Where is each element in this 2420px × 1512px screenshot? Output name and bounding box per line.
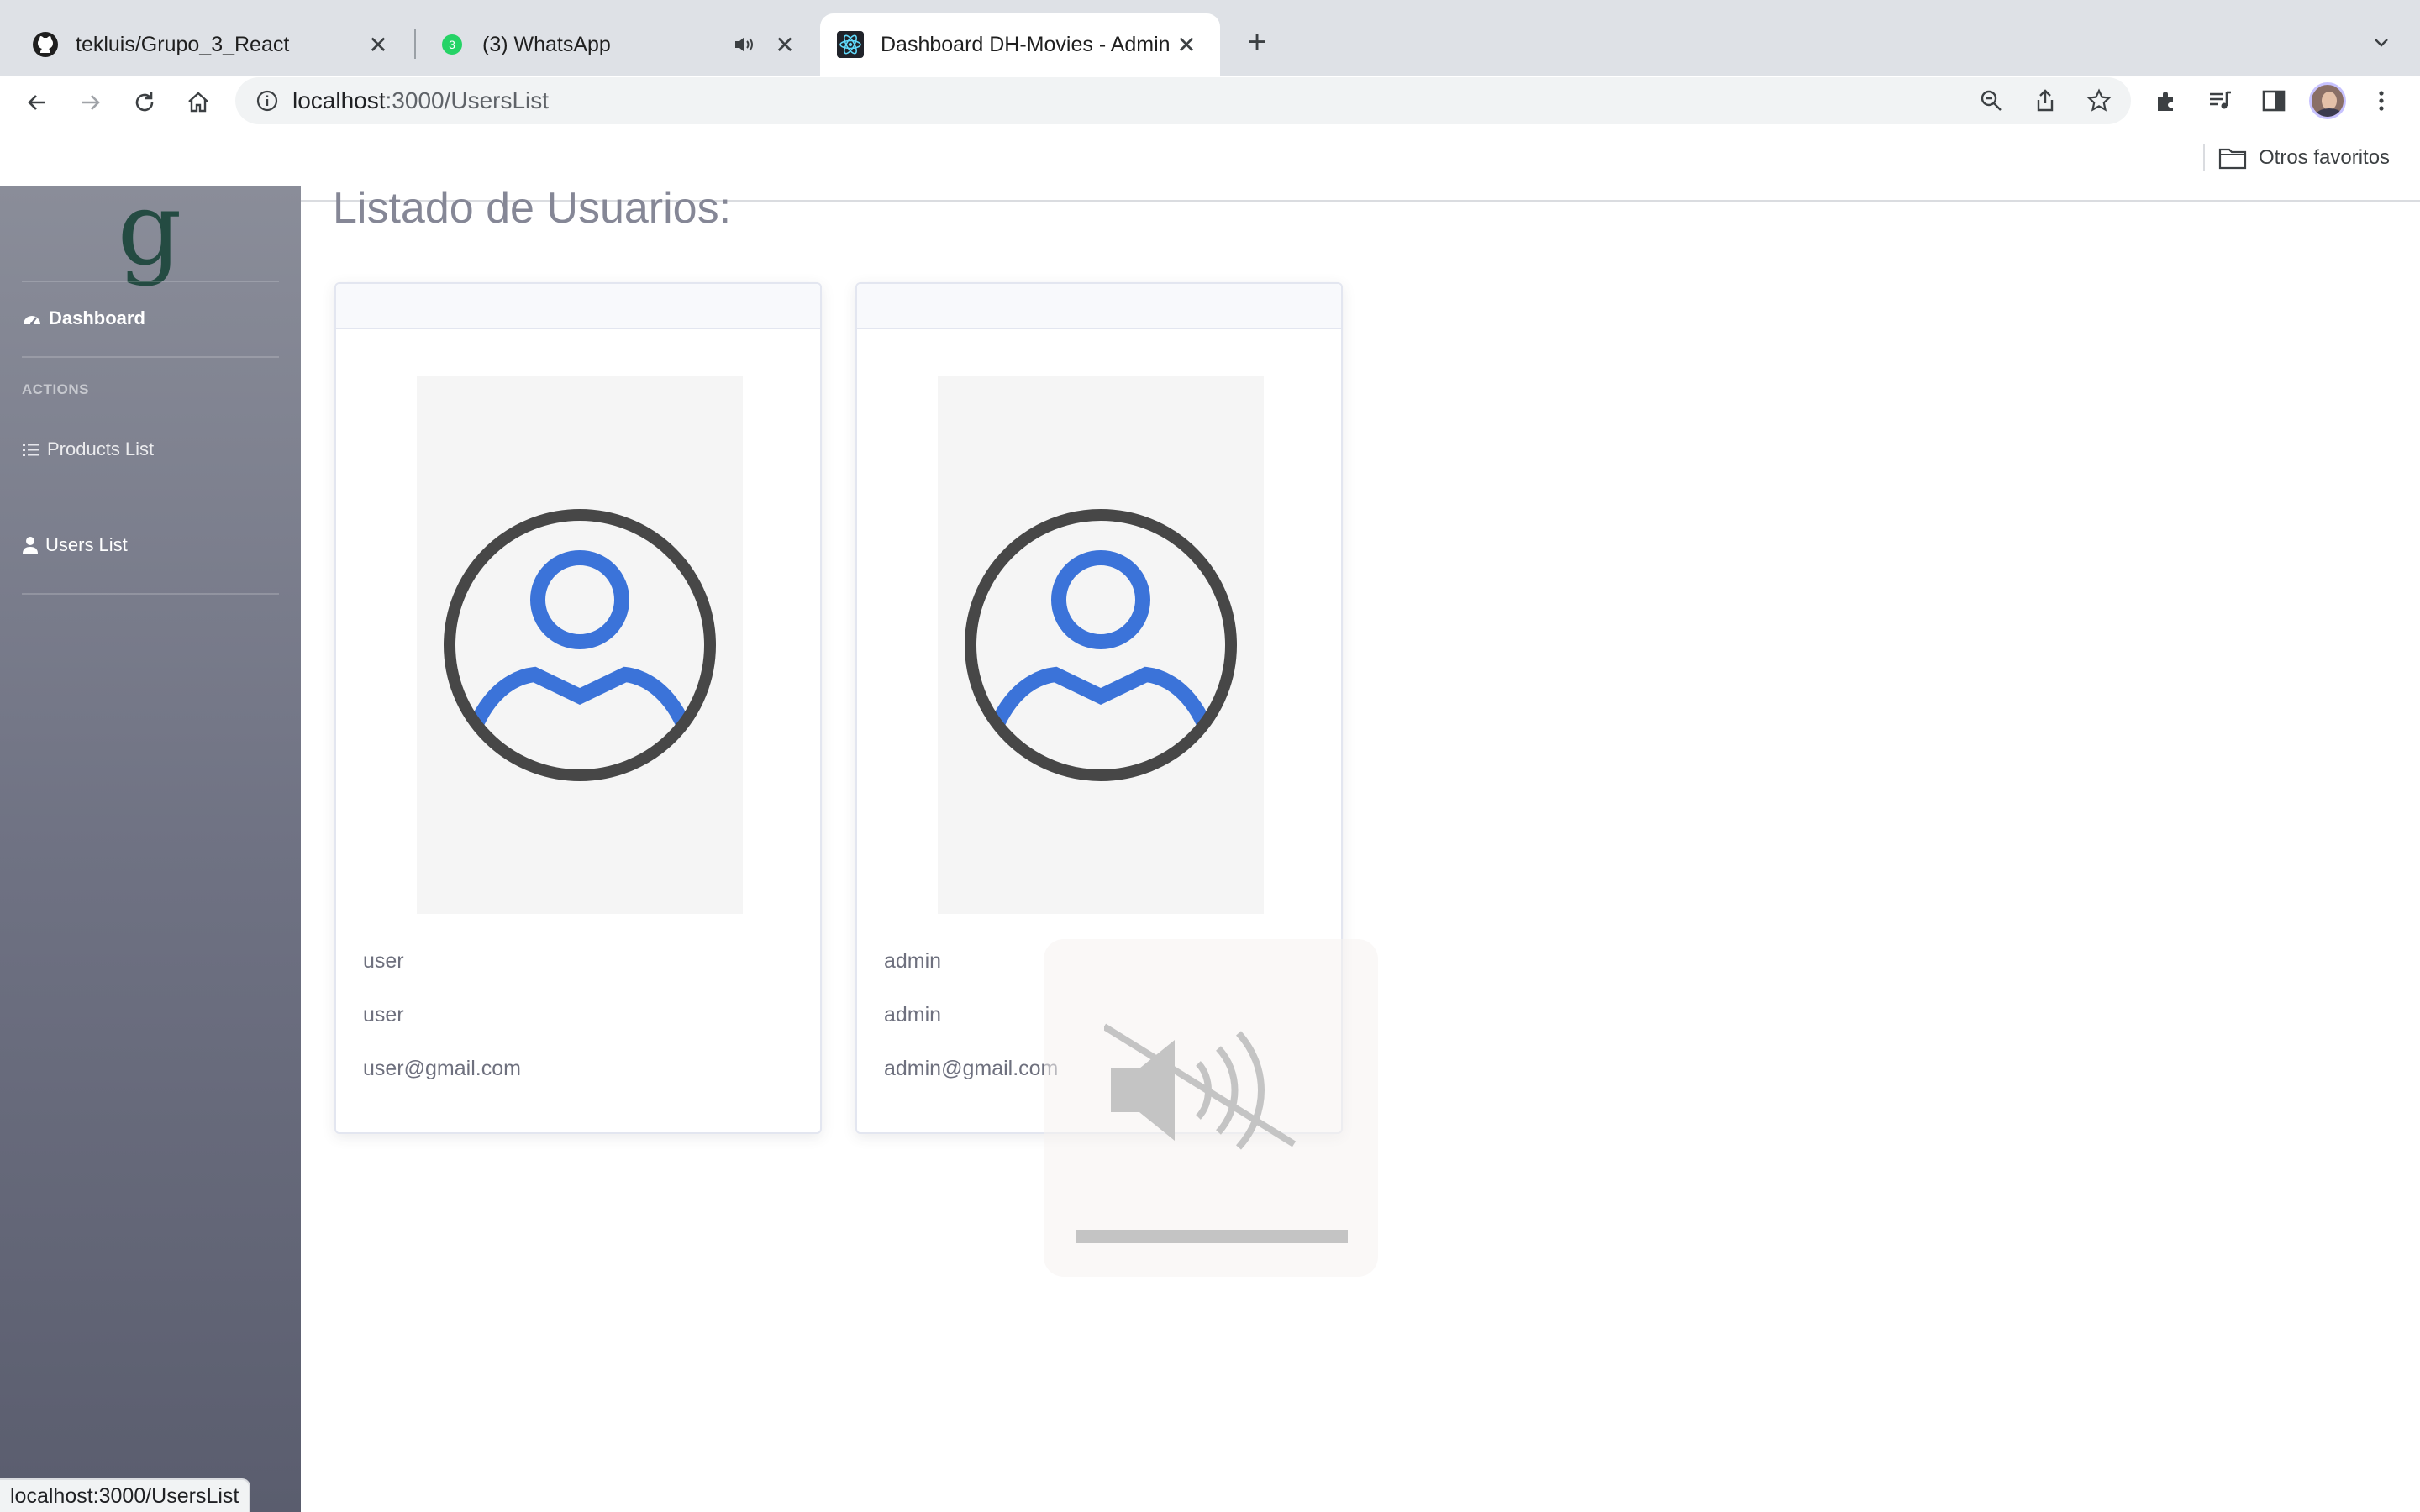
bookmark-star-icon[interactable] <box>2084 86 2114 116</box>
sidebar-item-users[interactable]: Users List <box>22 534 128 556</box>
user-avatar-image <box>938 376 1264 914</box>
extensions-icon[interactable] <box>2148 82 2185 119</box>
user-email: user@gmail.com <box>363 1057 521 1080</box>
volume-muted-overlay <box>1044 939 1378 1277</box>
sidebar-item-products[interactable]: Products List <box>22 438 154 460</box>
tab-title: tekluis/Grupo_3_React <box>76 32 290 56</box>
user-last-name: user <box>363 1003 404 1026</box>
profile-avatar[interactable] <box>2309 82 2346 119</box>
user-avatar-icon <box>965 509 1237 781</box>
sidebar-divider <box>22 281 279 282</box>
reload-button[interactable] <box>126 84 163 121</box>
tab-close-button[interactable]: ✕ <box>1173 31 1200 58</box>
home-button[interactable] <box>180 84 217 121</box>
speaker-icon[interactable] <box>731 34 756 55</box>
back-button[interactable] <box>18 84 55 121</box>
brand-logo[interactable]: g <box>116 180 183 282</box>
address-bar[interactable]: localhost:3000/UsersList <box>235 77 2131 124</box>
bookmarks-separator <box>2203 144 2205 171</box>
user-first-name: admin <box>884 949 942 973</box>
sidebar: g Dashboard ACTIONS Products List Users … <box>0 180 301 1512</box>
new-tab-button[interactable]: + <box>1237 22 1277 62</box>
tab-dashboard[interactable]: Dashboard DH-Movies - Admin ✕ <box>820 13 1220 76</box>
user-email: admin@gmail.com <box>884 1057 1059 1080</box>
side-panel-icon[interactable] <box>2255 82 2292 119</box>
url-host: localhost <box>292 87 386 113</box>
share-icon[interactable] <box>2030 86 2060 116</box>
sidebar-item-label: Products List <box>47 438 155 459</box>
tab-whatsapp[interactable]: 3 (3) WhatsApp ✕ <box>417 13 818 76</box>
home-icon <box>188 92 208 113</box>
url-path: :3000/UsersList <box>385 87 550 113</box>
user-avatar-image <box>417 376 743 914</box>
tab-github[interactable]: tekluis/Grupo_3_React ✕ <box>0 13 412 76</box>
tab-close-button[interactable]: ✕ <box>771 31 798 58</box>
zoom-icon[interactable] <box>1976 86 2007 116</box>
user-avatar-icon <box>444 509 716 781</box>
card-header <box>336 284 820 329</box>
sidebar-heading-actions: ACTIONS <box>22 381 89 397</box>
folder-icon <box>2218 148 2247 170</box>
sidebar-item-label: Users List <box>45 534 128 555</box>
tab-separator <box>414 29 416 59</box>
arrow-left-icon <box>28 95 45 110</box>
user-first-name: user <box>363 949 404 973</box>
card-header <box>857 284 1341 329</box>
whatsapp-icon: 3 <box>439 31 466 58</box>
tab-title: (3) WhatsApp <box>482 32 611 56</box>
user-last-name: admin <box>884 1003 942 1026</box>
avatar-face <box>2322 92 2337 110</box>
tab-close-button[interactable]: ✕ <box>365 31 392 58</box>
user-card: user user user@gmail.com <box>334 282 822 1134</box>
user-icon <box>23 537 38 554</box>
arrow-right-icon <box>82 95 100 110</box>
sidebar-item-dashboard[interactable]: Dashboard <box>22 307 145 329</box>
tab-badge: 3 <box>449 38 455 51</box>
info-icon[interactable] <box>254 87 281 114</box>
tab-search-chevron-icon[interactable] <box>2365 25 2398 59</box>
tab-title: Dashboard DH-Movies - Admin <box>881 32 1171 56</box>
page-title: Listado de Usuarios: <box>333 184 732 233</box>
reload-icon <box>135 92 154 112</box>
tachometer-icon <box>24 316 40 325</box>
volume-level-bar <box>1076 1230 1348 1243</box>
media-control-icon[interactable] <box>2202 82 2238 119</box>
status-bar-url: localhost:3000/UsersList <box>0 1478 251 1512</box>
bookmark-folder-label: Otros favoritos <box>2259 146 2391 169</box>
sidebar-divider <box>22 356 279 358</box>
sidebar-item-label: Dashboard <box>49 307 145 328</box>
url-text[interactable]: localhost:3000/UsersList <box>292 77 549 124</box>
kebab-menu-icon[interactable] <box>2363 82 2400 119</box>
list-icon <box>23 444 39 456</box>
sidebar-divider <box>22 593 279 595</box>
bookmark-folder-otros[interactable]: Otros favoritos <box>2218 141 2390 175</box>
speaker-muted-icon <box>1104 1023 1297 1150</box>
forward-button[interactable] <box>72 84 109 121</box>
github-icon <box>32 31 59 58</box>
react-icon <box>837 31 864 58</box>
